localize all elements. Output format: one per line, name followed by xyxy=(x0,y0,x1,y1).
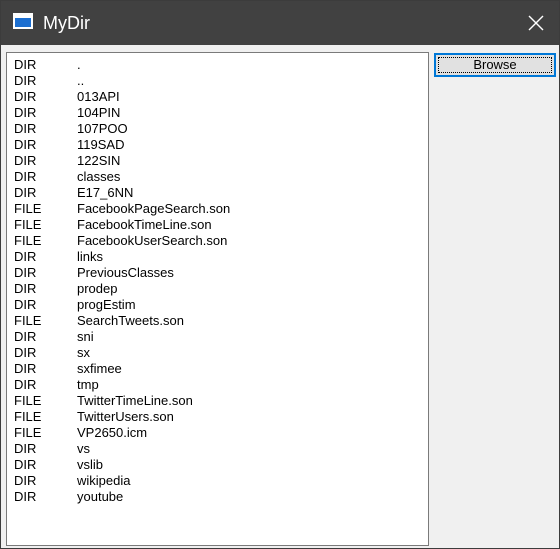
close-icon xyxy=(528,15,544,31)
entry-type: FILE xyxy=(14,233,42,248)
entry-name: tmp xyxy=(77,377,99,392)
entry-name: PreviousClasses xyxy=(77,265,174,280)
entry-name: 122SIN xyxy=(77,153,121,168)
list-item[interactable]: FILE VP2650.icm xyxy=(14,425,428,441)
list-item[interactable]: FILE FacebookPageSearch.son xyxy=(14,201,428,217)
entry-type: DIR xyxy=(14,73,37,88)
list-item[interactable]: DIR vs xyxy=(14,441,428,457)
client-area: DIR. DIR.. DIR 013API DIR 104PIN DIR 107POO DIR 1… xyxy=(1,45,559,548)
entry-name: vslib xyxy=(77,457,104,472)
entry-name: sxfimee xyxy=(77,361,122,376)
entry-name: . xyxy=(77,57,81,72)
entry-type: DIR xyxy=(14,473,37,488)
list-item[interactable]: DIR PreviousClasses xyxy=(14,265,428,281)
entry-type: FILE xyxy=(14,425,42,440)
entry-name: 107POO xyxy=(77,121,128,136)
entry-name: progEstim xyxy=(77,297,136,312)
entry-type: DIR xyxy=(14,121,37,136)
list-item[interactable]: FILE TwitterTimeLine.son xyxy=(14,393,428,409)
entry-type: DIR xyxy=(14,297,37,312)
entry-name: TwitterUsers.son xyxy=(77,409,174,424)
list-item[interactable]: DIR 107POO xyxy=(14,121,428,137)
list-item[interactable]: DIR links xyxy=(14,249,428,265)
directory-listbox[interactable]: DIR. DIR.. DIR 013API DIR 104PIN DIR 107POO DIR 1… xyxy=(6,52,429,546)
list-item[interactable]: DIR 122SIN xyxy=(14,153,428,169)
entry-name: 119SAD xyxy=(77,137,125,152)
entry-type: DIR xyxy=(14,169,37,184)
entry-type: DIR xyxy=(14,185,37,200)
entry-type: FILE xyxy=(14,313,42,328)
entry-type: DIR xyxy=(14,489,37,504)
entry-type: DIR xyxy=(14,89,37,104)
list-item[interactable]: DIR progEstim xyxy=(14,297,428,313)
close-button[interactable] xyxy=(513,1,559,45)
entry-type: DIR xyxy=(14,265,37,280)
entry-name: .. xyxy=(77,73,85,88)
list-item[interactable]: DIR wikipedia xyxy=(14,473,428,489)
list-item[interactable]: FILE FacebookUserSearch.son xyxy=(14,233,428,249)
list-item[interactable]: FILE SearchTweets.son xyxy=(14,313,428,329)
entry-name: SearchTweets.son xyxy=(77,313,184,328)
entry-type: DIR xyxy=(14,377,37,392)
entry-type: FILE xyxy=(14,409,42,424)
list-item[interactable]: DIR sx xyxy=(14,345,428,361)
entry-name: 013API xyxy=(77,89,120,104)
list-item[interactable]: DIR.. xyxy=(14,73,428,89)
app-window-icon xyxy=(13,13,33,29)
entry-name: wikipedia xyxy=(77,473,131,488)
entry-type: DIR xyxy=(14,153,37,168)
entry-type: DIR xyxy=(14,281,37,296)
mydir-window: MyDir DIR. DIR.. DIR 013API DIR 104PIN DIR 107P… xyxy=(0,0,560,549)
entry-name: sni xyxy=(77,329,94,344)
list-item[interactable]: DIR vslib xyxy=(14,457,428,473)
browse-button[interactable]: Browse xyxy=(434,53,556,77)
entry-name: FacebookUserSearch.son xyxy=(77,233,228,248)
entry-type: FILE xyxy=(14,393,42,408)
entry-name: classes xyxy=(77,169,121,184)
entry-name: TwitterTimeLine.son xyxy=(77,393,193,408)
browse-button-label: Browse xyxy=(473,57,517,72)
list-item[interactable]: DIR sni xyxy=(14,329,428,345)
list-item[interactable]: FILE FacebookTimeLine.son xyxy=(14,217,428,233)
entry-type: DIR xyxy=(14,105,37,120)
list-item[interactable]: FILE TwitterUsers.son xyxy=(14,409,428,425)
entry-type: DIR xyxy=(14,361,37,376)
entry-name: prodep xyxy=(77,281,118,296)
entry-name: youtube xyxy=(77,489,124,504)
list-item[interactable]: DIR sxfimee xyxy=(14,361,428,377)
entry-type: DIR xyxy=(14,457,37,472)
list-item[interactable]: DIR prodep xyxy=(14,281,428,297)
entry-type: DIR xyxy=(14,249,37,264)
entry-name: vs xyxy=(77,441,90,456)
list-item[interactable]: DIR 104PIN xyxy=(14,105,428,121)
list-item[interactable]: DIR tmp xyxy=(14,377,428,393)
entry-name: E17_6NN xyxy=(77,185,134,200)
entry-type: DIR xyxy=(14,57,37,72)
list-item[interactable]: DIR 013API xyxy=(14,89,428,105)
list-item[interactable]: DIR. xyxy=(14,57,428,73)
list-item[interactable]: DIR 119SAD xyxy=(14,137,428,153)
entry-type: DIR xyxy=(14,441,37,456)
list-item[interactable]: DIR E17_6NN xyxy=(14,185,428,201)
entry-type: DIR xyxy=(14,329,37,344)
entry-name: FacebookTimeLine.son xyxy=(77,217,212,232)
entry-name: FacebookPageSearch.son xyxy=(77,201,231,216)
entry-type: FILE xyxy=(14,201,42,216)
window-title: MyDir xyxy=(43,13,90,33)
entry-type: DIR xyxy=(14,345,37,360)
entry-name: 104PIN xyxy=(77,105,121,120)
entry-type: FILE xyxy=(14,217,42,232)
entry-type: DIR xyxy=(14,137,37,152)
list-item[interactable]: DIR classes xyxy=(14,169,428,185)
entry-name: links xyxy=(77,249,104,264)
entry-name: VP2650.icm xyxy=(77,425,148,440)
list-item[interactable]: DIR youtube xyxy=(14,489,428,505)
entry-name: sx xyxy=(77,345,90,360)
title-bar[interactable]: MyDir xyxy=(1,1,559,45)
